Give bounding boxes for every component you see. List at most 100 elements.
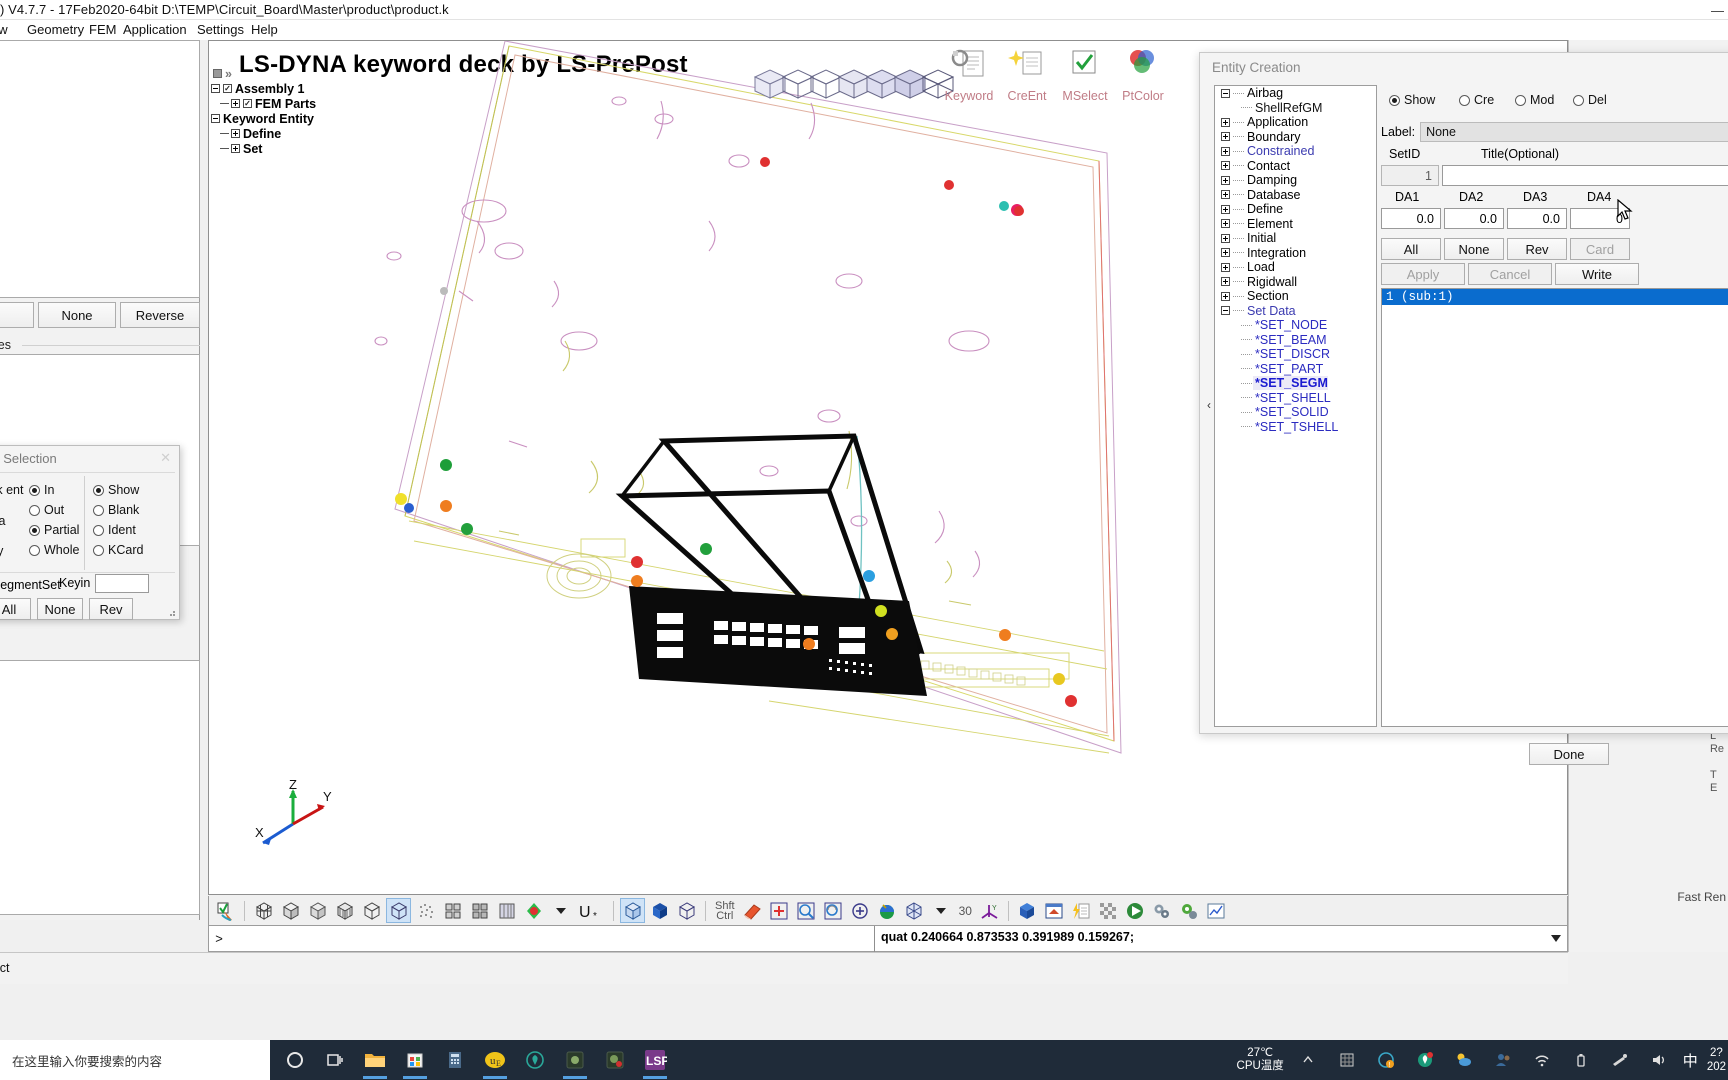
- radio-in[interactable]: In: [29, 483, 54, 497]
- tree-node-load[interactable]: Load: [1215, 260, 1376, 275]
- dark-app-icon-1[interactable]: [560, 1045, 590, 1079]
- title-input[interactable]: [1442, 165, 1728, 186]
- card-button[interactable]: Card: [1570, 238, 1630, 260]
- done-button[interactable]: Done: [1529, 743, 1609, 765]
- flash-report-icon[interactable]: [1069, 898, 1094, 923]
- tree-node-set-data[interactable]: Set Data: [1215, 304, 1376, 319]
- tree-node-set-node[interactable]: *SET_NODE: [1215, 318, 1376, 333]
- chevron-down-icon-3[interactable]: [1549, 931, 1563, 945]
- write-button[interactable]: Write: [1555, 263, 1639, 285]
- home-view-icon[interactable]: [1042, 898, 1067, 923]
- all-button[interactable]: All: [0, 598, 31, 620]
- tree-node-constrained[interactable]: Constrained: [1215, 144, 1376, 159]
- plus-icon[interactable]: [1221, 233, 1230, 243]
- ptcolor-tool[interactable]: PtColor: [1121, 47, 1165, 103]
- fringe-color-icon[interactable]: [521, 898, 546, 923]
- select-part-icon[interactable]: [213, 898, 238, 923]
- radio-blank[interactable]: Blank: [93, 503, 139, 517]
- entity-tree[interactable]: Airbag ShellRefGM Application Boundary Const…: [1214, 85, 1377, 727]
- none-button[interactable]: None: [1444, 238, 1504, 260]
- tree-node-database[interactable]: Database: [1215, 188, 1376, 203]
- grid-shade-icon[interactable]: [467, 898, 492, 923]
- minus-icon[interactable]: [1221, 88, 1230, 98]
- eraser-icon[interactable]: [740, 898, 765, 923]
- tree-node-airbag[interactable]: Airbag: [1215, 86, 1376, 101]
- half-solid-icon[interactable]: [647, 898, 672, 923]
- da1-input[interactable]: 0.0: [1381, 208, 1441, 229]
- tree-node-rigidwall[interactable]: Rigidwall: [1215, 275, 1376, 290]
- lsprepost-icon[interactable]: LSP: [640, 1045, 670, 1079]
- menu-item-application[interactable]: Application: [118, 21, 192, 38]
- menu-item-fem[interactable]: FEM: [84, 21, 121, 38]
- plus-icon[interactable]: [1221, 190, 1230, 200]
- globe-rotate-icon[interactable]: [875, 898, 900, 923]
- entity-list[interactable]: 1 (sub:1): [1381, 288, 1728, 727]
- smooth-cube-icon[interactable]: [305, 898, 330, 923]
- checker-pattern-icon[interactable]: [1096, 898, 1121, 923]
- chevron-down-icon-2[interactable]: [929, 898, 954, 923]
- units-icon[interactable]: U *: [575, 898, 607, 923]
- all-button[interactable]: All: [1381, 238, 1441, 260]
- plus-icon[interactable]: [1221, 132, 1230, 142]
- tree-node-set-shell[interactable]: *SET_SHELL: [1215, 391, 1376, 406]
- left-list-box[interactable]: [0, 40, 200, 298]
- radio-whole[interactable]: Whole: [29, 543, 79, 557]
- radio-show[interactable]: Show: [93, 483, 139, 497]
- tree-node-set-part[interactable]: *SET_PART: [1215, 362, 1376, 377]
- plus-icon[interactable]: [1221, 117, 1230, 127]
- minimize-button[interactable]: —: [1711, 3, 1724, 18]
- cpu-temperature-indicator[interactable]: 27℃ CPU温度: [1237, 1047, 1284, 1073]
- plus-icon[interactable]: [1221, 146, 1230, 156]
- radio-mod[interactable]: Mod: [1515, 93, 1554, 107]
- transparent-cube-icon[interactable]: [674, 898, 699, 923]
- none-button[interactable]: None: [38, 302, 116, 328]
- plus-icon[interactable]: [1221, 291, 1230, 301]
- menu-item-help[interactable]: Help: [246, 21, 283, 38]
- left-list-box-3[interactable]: [0, 660, 200, 915]
- shield-app-icon[interactable]: [520, 1045, 550, 1075]
- keyword-tool[interactable]: Keyword: [945, 47, 993, 103]
- tree-node-set-segm[interactable]: *SET_SEGM: [1215, 376, 1376, 391]
- people-icon[interactable]: [1488, 1045, 1518, 1075]
- tree-node-section[interactable]: Section: [1215, 289, 1376, 304]
- hidden-line-icon[interactable]: [386, 898, 411, 923]
- task-view-icon[interactable]: [320, 1045, 350, 1075]
- creent-tool[interactable]: CreEnt: [1005, 47, 1049, 103]
- view-orient-icon[interactable]: [902, 898, 927, 923]
- plus-icon[interactable]: [1221, 248, 1230, 258]
- mesh-wire-icon[interactable]: [251, 898, 276, 923]
- resize-grip-icon[interactable]: [166, 607, 176, 617]
- tree-node-integration[interactable]: Integration: [1215, 246, 1376, 261]
- tree-node-element[interactable]: Element: [1215, 217, 1376, 232]
- tree-node-initial[interactable]: Initial: [1215, 231, 1376, 246]
- tree-node-boundary[interactable]: Boundary: [1215, 130, 1376, 145]
- recycle-gears-icon[interactable]: [1177, 898, 1202, 923]
- solid-blue-cube-icon[interactable]: [1015, 898, 1040, 923]
- shaded-cube-icon[interactable]: [278, 898, 303, 923]
- calculator-icon[interactable]: [440, 1045, 470, 1075]
- network-icon[interactable]: [1605, 1045, 1635, 1075]
- da3-input[interactable]: 0.0: [1507, 208, 1567, 229]
- none-button[interactable]: None: [37, 598, 83, 620]
- mselect-tool[interactable]: MSelect: [1062, 47, 1108, 103]
- tree-node-set-tshell[interactable]: *SET_TSHELL: [1215, 420, 1376, 435]
- zoom-fit-icon[interactable]: [767, 898, 792, 923]
- radio-kcard[interactable]: KCard: [93, 543, 143, 557]
- plus-icon[interactable]: [1221, 161, 1230, 171]
- tree-node-define[interactable]: Define: [1215, 202, 1376, 217]
- da2-input[interactable]: 0.0: [1444, 208, 1504, 229]
- tree-node-contact[interactable]: Contact: [1215, 159, 1376, 174]
- solid-view-icon[interactable]: [620, 898, 645, 923]
- radio-out[interactable]: Out: [29, 503, 64, 517]
- chevron-down-icon[interactable]: [548, 898, 573, 923]
- dark-app-icon-2[interactable]: [600, 1045, 630, 1075]
- rev-button[interactable]: Rev: [1507, 238, 1567, 260]
- collapse-panel-handle[interactable]: ‹: [1204, 393, 1214, 417]
- rev-button[interactable]: Rev: [89, 598, 133, 620]
- settings-gears-icon[interactable]: [1150, 898, 1175, 923]
- menu-item-geometry[interactable]: Geometry: [22, 21, 89, 38]
- tree-node-damping[interactable]: Damping: [1215, 173, 1376, 188]
- wifi-icon[interactable]: [1527, 1045, 1557, 1075]
- shade-mesh-icon[interactable]: [332, 898, 357, 923]
- taskbar-clock[interactable]: 2? 202: [1707, 1046, 1726, 1074]
